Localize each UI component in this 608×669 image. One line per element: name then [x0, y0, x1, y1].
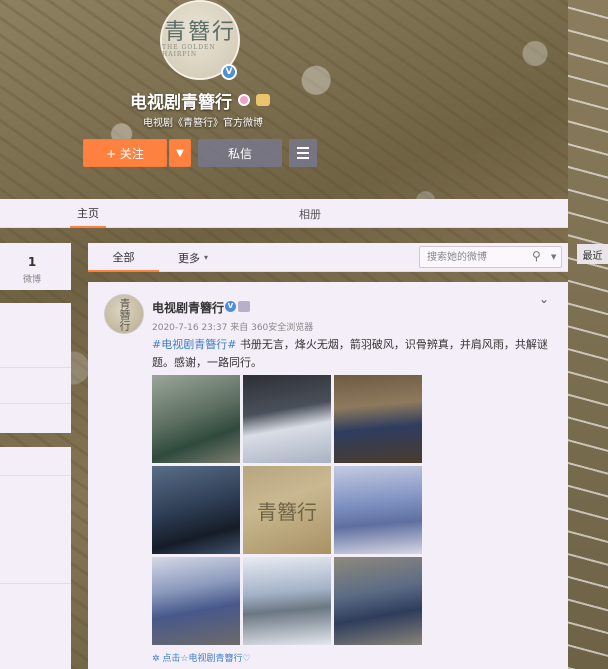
- hashtag-link[interactable]: #电视剧青簪行#: [152, 338, 236, 351]
- verified-icon: V: [221, 64, 237, 80]
- post-avatar[interactable]: 青簪行: [104, 294, 144, 334]
- photo-thumbnail[interactable]: [152, 375, 240, 463]
- photo-thumbnail[interactable]: [152, 557, 240, 645]
- photo-thumbnail[interactable]: [152, 466, 240, 554]
- photo-grid: 青簪行: [152, 375, 423, 645]
- post-author-name[interactable]: 电视剧青簪行: [152, 299, 224, 316]
- search-icon[interactable]: ⚲: [532, 249, 541, 263]
- filter-more-dropdown[interactable]: 更多 ▾: [178, 243, 208, 272]
- menu-line: [297, 147, 309, 149]
- feed-filter-bar: 全部 更多 ▾ ⚲ ▼: [88, 243, 568, 272]
- photo-thumbnail[interactable]: 青簪行: [243, 466, 331, 554]
- profile-tab-bar: 主页 相册: [0, 199, 568, 228]
- weibo-post: 青簪行 电视剧青簪行 V ⌄ 2020-7-16 23:37 来自 360安全浏…: [88, 282, 568, 669]
- album-card: [0, 447, 71, 669]
- recent-tab[interactable]: 最近: [577, 244, 608, 264]
- follow-button[interactable]: + 关注: [83, 139, 167, 167]
- search-box[interactable]: ⚲ ▼: [419, 246, 562, 268]
- menu-line: [297, 157, 309, 159]
- search-options-icon[interactable]: ▼: [551, 253, 556, 261]
- post-source-link[interactable]: ✲ 点击☆电视剧青簪行♡: [152, 651, 251, 664]
- photo-thumbnail[interactable]: [243, 557, 331, 645]
- menu-line: [297, 152, 309, 154]
- divider: [0, 583, 71, 584]
- more-menu-button[interactable]: [289, 139, 317, 167]
- logo-subtitle: THE GOLDEN HAIRPIN: [162, 44, 216, 58]
- photo-title-text: 青簪行: [257, 499, 317, 524]
- photo-thumbnail[interactable]: [334, 466, 422, 554]
- photo-thumbnail[interactable]: [243, 375, 331, 463]
- flower-badge-icon[interactable]: [238, 94, 250, 106]
- tab-album[interactable]: 相册: [292, 199, 328, 228]
- logo-title: 青簪行: [163, 20, 236, 45]
- profile-description: 电视剧《青簪行》官方微博: [143, 118, 263, 129]
- divider: [0, 475, 71, 476]
- post-body: #电视剧青簪行# 书册无言，烽火无烟，箭羽破风，识骨辨真，并肩风雨，共解谜题。感…: [152, 336, 556, 372]
- profile-name: 电视剧青簪行: [130, 93, 232, 112]
- level-badge-icon[interactable]: [238, 301, 250, 312]
- chevron-down-icon: ▾: [204, 253, 209, 262]
- divider: [0, 367, 71, 368]
- background-art-right: [568, 0, 608, 669]
- divider: [0, 403, 71, 404]
- post-meta: 2020-7-16 23:37 来自 360安全浏览器: [152, 323, 314, 333]
- info-card: [0, 303, 71, 433]
- search-input[interactable]: [427, 250, 527, 265]
- follow-options-button[interactable]: ▼: [169, 139, 191, 167]
- weibo-count-label: 微博: [22, 275, 41, 285]
- stats-card[interactable]: 1 微博: [0, 243, 71, 290]
- photo-thumbnail[interactable]: [334, 557, 422, 645]
- filter-all-tab[interactable]: 全部: [88, 243, 159, 272]
- photo-thumbnail[interactable]: [334, 375, 422, 463]
- post-options-chevron-icon[interactable]: ⌄: [539, 292, 549, 306]
- verified-icon: V: [225, 301, 236, 312]
- filter-more-label: 更多: [178, 251, 200, 265]
- weibo-count: 1: [27, 255, 37, 269]
- message-button[interactable]: 私信: [198, 139, 282, 167]
- tab-home[interactable]: 主页: [70, 199, 106, 228]
- level-badge-icon[interactable]: [256, 94, 270, 106]
